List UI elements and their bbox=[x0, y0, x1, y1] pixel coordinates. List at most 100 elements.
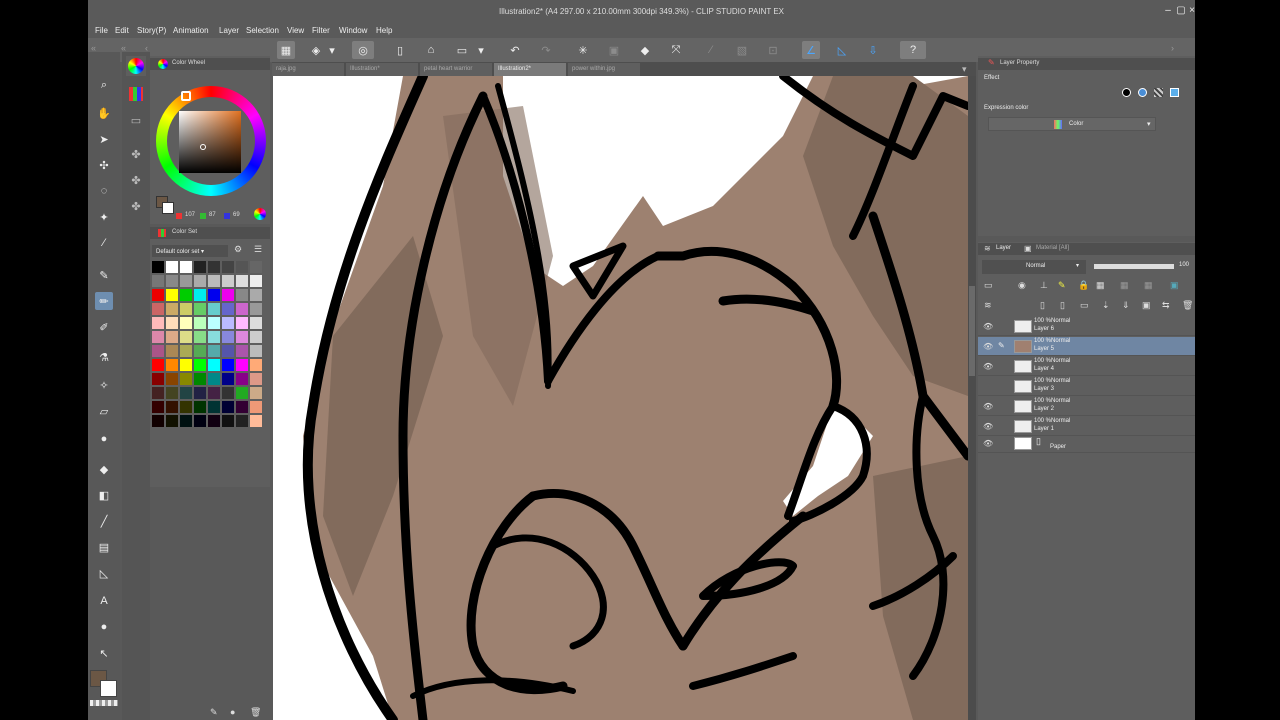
hand-tool-icon[interactable]: ✋ bbox=[95, 104, 113, 122]
paper-layer[interactable]: 👁 ▯ Paper bbox=[978, 434, 1195, 453]
mask-layer-icon[interactable]: ▣ bbox=[1142, 300, 1151, 311]
color-swatch[interactable] bbox=[250, 401, 263, 414]
eyedrop-icon[interactable]: ✎ bbox=[210, 707, 218, 718]
color-swatch[interactable] bbox=[250, 303, 263, 316]
save-icon[interactable]: ▭ bbox=[453, 41, 471, 59]
sub-color-chip[interactable] bbox=[162, 202, 174, 214]
color-swatch[interactable] bbox=[152, 415, 165, 428]
color-swatch[interactable] bbox=[166, 261, 179, 274]
color-swatch-grid[interactable] bbox=[152, 261, 264, 429]
color-swatch[interactable] bbox=[180, 331, 193, 344]
color-swatch[interactable] bbox=[194, 387, 207, 400]
lock-icon[interactable]: 🔒 bbox=[1078, 280, 1089, 291]
airbrush-tool-icon[interactable]: ⚗ bbox=[95, 348, 113, 366]
color-swatch[interactable] bbox=[236, 359, 249, 372]
color-swatch[interactable] bbox=[152, 261, 165, 274]
color-wheel-tab[interactable]: Color Wheel bbox=[150, 58, 270, 70]
layer-row[interactable]: 👁 100 %Normal Layer 6 bbox=[978, 317, 1195, 336]
menu-selection[interactable]: Selection bbox=[246, 26, 279, 35]
color-swatch[interactable] bbox=[194, 303, 207, 316]
text-tool-icon[interactable]: A bbox=[95, 592, 113, 610]
color-swatch[interactable] bbox=[166, 317, 179, 330]
color-swatch[interactable] bbox=[166, 289, 179, 302]
tone-effect-icon[interactable] bbox=[1154, 88, 1163, 97]
color-swatch[interactable] bbox=[166, 331, 179, 344]
menu-window[interactable]: Window bbox=[339, 26, 367, 35]
color-set-tab[interactable]: Color Set bbox=[150, 227, 270, 239]
color-swatch[interactable] bbox=[222, 331, 235, 344]
mask-icon[interactable]: ▦ bbox=[1120, 280, 1129, 291]
hue-picker-handle[interactable] bbox=[181, 91, 191, 101]
color-swatch[interactable] bbox=[236, 289, 249, 302]
expression-color-select[interactable]: Color ▾ bbox=[988, 117, 1156, 131]
saturation-value-square[interactable] bbox=[179, 111, 241, 173]
color-swatch[interactable] bbox=[152, 289, 165, 302]
color-swatch[interactable] bbox=[222, 345, 235, 358]
operation-tool-icon[interactable]: ➤ bbox=[95, 130, 113, 148]
fill-icon[interactable]: ◆ bbox=[636, 41, 654, 59]
brush-size-icon[interactable]: ✤ bbox=[126, 144, 146, 164]
color-swatch[interactable] bbox=[250, 415, 263, 428]
doc-tab[interactable]: raja.jpg bbox=[272, 63, 344, 76]
ruler-tool-icon[interactable]: ◺ bbox=[95, 564, 113, 582]
zoom-tool-icon[interactable]: ⌕ bbox=[95, 76, 113, 94]
pencil-tool-icon[interactable]: ✏ bbox=[95, 292, 113, 310]
trash-icon[interactable]: 🗑 bbox=[250, 707, 261, 718]
color-swatch[interactable] bbox=[166, 303, 179, 316]
color-swatch[interactable] bbox=[208, 261, 221, 274]
redo-icon[interactable]: ↷ bbox=[537, 41, 555, 59]
color-swatch[interactable] bbox=[194, 261, 207, 274]
color-swatch[interactable] bbox=[236, 415, 249, 428]
color-swatch[interactable] bbox=[250, 275, 263, 288]
layer-color-effect-icon[interactable] bbox=[1170, 88, 1179, 97]
color-swatch[interactable] bbox=[222, 275, 235, 288]
watercolor-effect-icon[interactable] bbox=[1138, 88, 1147, 97]
color-swatch[interactable] bbox=[250, 359, 263, 372]
ruler-icon[interactable]: ▦ bbox=[1144, 280, 1153, 291]
menu-filter[interactable]: Filter bbox=[312, 26, 330, 35]
color-swatch[interactable] bbox=[250, 317, 263, 330]
color-swatch[interactable] bbox=[250, 261, 263, 274]
pen-tool-icon[interactable]: ✎ bbox=[95, 266, 113, 284]
border-effect-icon[interactable] bbox=[1122, 88, 1131, 97]
color-swatch[interactable] bbox=[180, 275, 193, 288]
color-swatch[interactable] bbox=[208, 303, 221, 316]
move-tool-icon[interactable]: ✣ bbox=[95, 156, 113, 174]
layer-color-icon[interactable]: ▭ bbox=[984, 280, 993, 291]
menu-animation[interactable]: Animation bbox=[173, 26, 209, 35]
color-swatch[interactable] bbox=[166, 387, 179, 400]
color-swatch[interactable] bbox=[236, 401, 249, 414]
color-swatch[interactable] bbox=[180, 415, 193, 428]
color-swatch[interactable] bbox=[194, 359, 207, 372]
color-swatch[interactable] bbox=[222, 261, 235, 274]
color-swatch[interactable] bbox=[166, 359, 179, 372]
color-mode-icon[interactable] bbox=[254, 208, 266, 220]
color-swatch[interactable] bbox=[152, 401, 165, 414]
auto-select-icon[interactable]: ✦ bbox=[95, 208, 113, 226]
transfer-down-icon[interactable]: ⇣ bbox=[1102, 300, 1110, 311]
new-file-icon[interactable]: ▯ bbox=[391, 41, 409, 59]
open-folder-icon[interactable]: ⌂ bbox=[422, 41, 440, 59]
transform-icon[interactable]: ⤧ bbox=[667, 41, 685, 59]
color-swatch[interactable] bbox=[180, 303, 193, 316]
color-swatch[interactable] bbox=[208, 387, 221, 400]
settings-icon[interactable]: ⚙ bbox=[234, 244, 242, 255]
color-swatch[interactable] bbox=[222, 401, 235, 414]
balloon-tool-icon[interactable]: ● bbox=[95, 618, 113, 636]
color-wheel-icon[interactable] bbox=[126, 56, 146, 76]
color-swatch[interactable] bbox=[180, 359, 193, 372]
new-raster-layer-icon[interactable]: ▯ bbox=[1040, 300, 1045, 311]
chevron-down-icon[interactable]: ▾ bbox=[326, 41, 338, 59]
color-swatch[interactable] bbox=[208, 331, 221, 344]
color-swatch[interactable] bbox=[180, 387, 193, 400]
color-swatch[interactable] bbox=[236, 261, 249, 274]
menu-icon[interactable]: ☰ bbox=[254, 244, 262, 255]
doc-tab[interactable]: Illustration* bbox=[346, 63, 418, 76]
eye-icon[interactable]: 👁 bbox=[983, 422, 993, 431]
layer-stack-icon[interactable]: ≋ bbox=[984, 300, 992, 311]
tabs-menu-icon[interactable]: ▾ bbox=[962, 64, 967, 75]
color-swatch[interactable] bbox=[194, 415, 207, 428]
chevron-right-icon[interactable]: › bbox=[1171, 43, 1174, 53]
color-swatch[interactable] bbox=[166, 373, 179, 386]
color-swatch[interactable] bbox=[222, 359, 235, 372]
